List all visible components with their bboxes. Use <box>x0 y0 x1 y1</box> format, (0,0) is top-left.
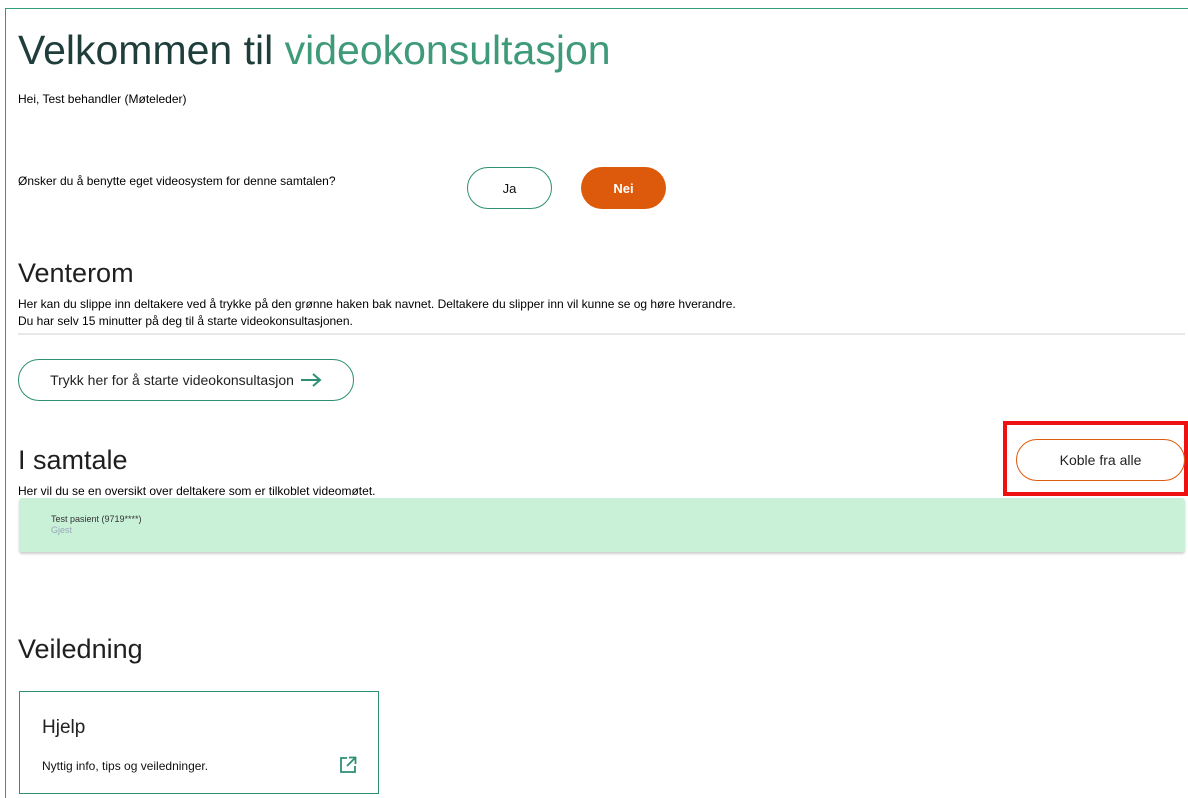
waiting-room-line-1: Her kan du slippe inn deltakere ved å tr… <box>18 297 736 311</box>
in-call-title: I samtale <box>18 445 128 475</box>
help-card-description: Nyttig info, tips og veiledninger. <box>42 759 209 773</box>
no-button[interactable]: Nei <box>581 167 666 209</box>
participant-row[interactable]: Test pasient (9719****) Gjest <box>19 498 1185 552</box>
participant-role: Gjest <box>51 525 73 535</box>
waiting-room-description: Her kan du slippe inn deltakere ved å tr… <box>18 296 736 330</box>
in-call-description: Her vil du se en oversikt over deltakere… <box>18 484 376 498</box>
waiting-room-title: Venterom <box>18 258 134 288</box>
page-frame <box>5 8 1188 798</box>
disconnect-all-button[interactable]: Koble fra alle <box>1016 439 1185 481</box>
start-consultation-label: Trykk her for å starte videokonsultasjon <box>50 372 294 388</box>
page-title-accent: videokonsultasjon <box>284 27 611 73</box>
page-title-main: Velkommen til <box>18 27 285 73</box>
help-card[interactable]: Hjelp Nyttig info, tips og veiledninger. <box>19 691 379 794</box>
page-title: Velkommen til videokonsultasjon <box>18 26 611 74</box>
video-system-question: Ønsker du å benytte eget videosystem for… <box>18 174 336 188</box>
waiting-room-line-2: Du har selv 15 minutter på deg til å sta… <box>18 314 353 328</box>
arrow-right-icon <box>300 373 322 387</box>
help-card-title: Hjelp <box>42 717 86 738</box>
external-link-icon <box>340 756 357 773</box>
start-consultation-button[interactable]: Trykk her for å starte videokonsultasjon <box>18 359 354 401</box>
guidance-title: Veiledning <box>18 634 143 664</box>
greeting-text: Hei, Test behandler (Møteleder) <box>18 92 187 106</box>
yes-button[interactable]: Ja <box>467 167 552 209</box>
waiting-room-divider <box>18 333 1185 335</box>
participant-name: Test pasient (9719****) <box>51 514 142 524</box>
